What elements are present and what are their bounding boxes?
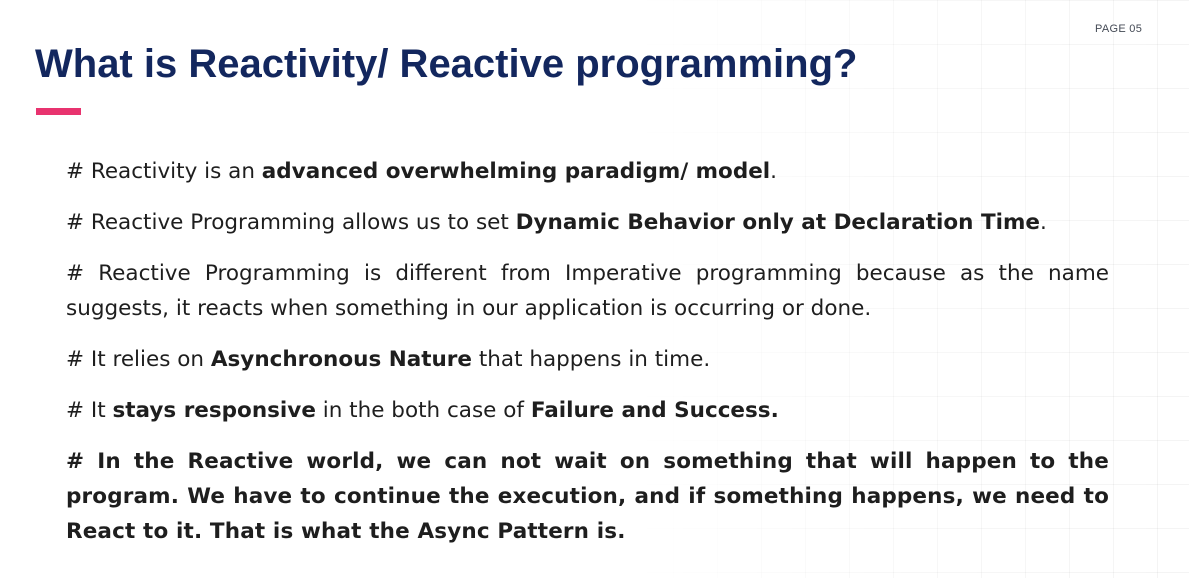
bullet-point-1: # Reactivity is an advanced overwhelming… (66, 154, 1109, 189)
bullet-5-middle: in the both case of (315, 398, 531, 423)
bullet-1-text: # Reactivity is an (66, 159, 262, 184)
bullet-5-emphasis-2: Failure and Success. (530, 398, 779, 423)
slide-title: What is Reactivity/ Reactive programming… (35, 42, 858, 86)
bullet-4-end: that happens in time. (472, 347, 711, 372)
bullet-point-6: # In the Reactive world, we can not wait… (66, 449, 1109, 544)
bullet-4-emphasis: Asynchronous Nature (210, 347, 472, 372)
bullet-5-text: # It (66, 398, 113, 423)
bullet-1-emphasis: advanced overwhelming paradigm/ model (261, 159, 771, 184)
bullet-1-end: . (770, 159, 778, 184)
page-number: PAGE 05 (1095, 23, 1143, 35)
slide: PAGE 05 What is Reactivity/ Reactive pro… (0, 0, 1189, 578)
bullet-point-3: # Reactive Programming is different from… (66, 261, 1109, 321)
bullet-2-end: . (1039, 210, 1047, 235)
bullet-point-5: # It stays responsive in the both case o… (66, 393, 1109, 428)
bullet-2-text: # Reactive Programming allows us to set (66, 210, 516, 235)
bullet-4-text: # It relies on (66, 347, 211, 372)
bullet-point-4: # It relies on Asynchronous Nature that … (66, 342, 1109, 377)
bullet-2-emphasis: Dynamic Behavior only at Declaration Tim… (515, 210, 1040, 235)
bullet-list: # Reactivity is an advanced overwhelming… (66, 154, 1109, 565)
bullet-point-2: # Reactive Programming allows us to set … (66, 205, 1109, 240)
bullet-5-emphasis: stays responsive (112, 398, 316, 423)
title-accent-bar (36, 108, 81, 115)
